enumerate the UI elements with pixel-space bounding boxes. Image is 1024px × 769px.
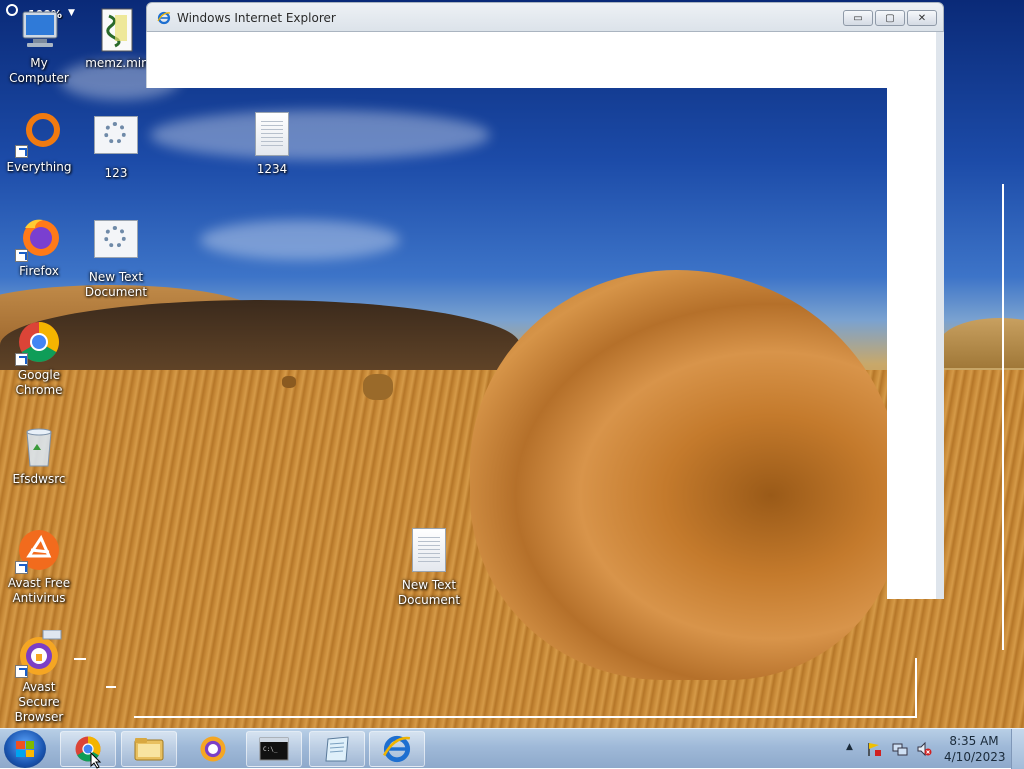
volume-muted-icon[interactable] bbox=[916, 741, 932, 760]
script-file-icon bbox=[93, 6, 141, 54]
ie-content-area[interactable] bbox=[146, 32, 936, 88]
desktop-icon-memz[interactable]: memz.min bbox=[79, 6, 155, 71]
show-desktop-button[interactable] bbox=[1011, 729, 1024, 769]
minimize-icon: ▭ bbox=[853, 12, 863, 24]
clock[interactable]: 8:35 AM 4/10/2023 bbox=[944, 733, 1006, 765]
desktop-icon-firefox[interactable]: Firefox bbox=[1, 214, 77, 279]
start-button[interactable] bbox=[4, 730, 46, 768]
ie-icon bbox=[383, 735, 411, 763]
network-icon[interactable] bbox=[892, 741, 908, 760]
desktop-icon-google-chrome[interactable]: Google Chrome bbox=[1, 318, 77, 398]
clock-date: 4/10/2023 bbox=[944, 750, 1006, 764]
shortcut-arrow-icon bbox=[15, 145, 28, 158]
taskbar-item-cmd[interactable]: C:\_ bbox=[246, 731, 302, 767]
window-controls: ▭ ▢ ✕ bbox=[843, 10, 937, 26]
desktop-icon-label: Firefox bbox=[19, 264, 59, 278]
ie-icon bbox=[157, 11, 171, 25]
mouse-cursor-icon bbox=[90, 752, 102, 769]
folder-icon bbox=[134, 738, 164, 761]
desktop-icon-recycle-bin[interactable]: Efsdwsrc bbox=[1, 422, 77, 487]
shortcut-arrow-icon bbox=[15, 561, 28, 574]
avast-browser-icon bbox=[200, 736, 226, 762]
taskbar[interactable]: C:\_ ▲ 8:35 AM 4/10/2023 bbox=[0, 728, 1024, 769]
shortcut-arrow-icon bbox=[15, 353, 28, 366]
artifact-line bbox=[915, 658, 917, 718]
avast-icon bbox=[15, 526, 63, 574]
taskbar-item-notepad[interactable] bbox=[309, 731, 365, 767]
desktop-icon-123[interactable]: 123 bbox=[78, 110, 154, 181]
settings-file-icon bbox=[92, 116, 140, 164]
desktop-icon-label: 123 bbox=[104, 166, 128, 180]
desktop-icon-label: New Text Document bbox=[84, 270, 148, 299]
maximize-icon: ▢ bbox=[885, 12, 895, 24]
desktop-icon-label: Avast Free Antivirus bbox=[7, 576, 71, 605]
desktop-icon-everything[interactable]: Everything bbox=[1, 110, 77, 175]
desktop-icon-label: memz.min bbox=[85, 56, 149, 70]
shortcut-arrow-icon bbox=[15, 249, 28, 262]
artifact-line bbox=[74, 658, 86, 660]
desktop-icon-label: Efsdwsrc bbox=[12, 472, 66, 486]
close-button[interactable]: ✕ bbox=[907, 10, 937, 26]
clock-time: 8:35 AM bbox=[949, 734, 999, 748]
taskbar-item-explorer[interactable] bbox=[121, 731, 177, 767]
svg-text:C:\_: C:\_ bbox=[263, 746, 278, 753]
windows-logo-icon bbox=[16, 741, 34, 757]
window-title: Windows Internet Explorer bbox=[177, 11, 336, 25]
firefox-icon bbox=[15, 214, 63, 262]
cmd-icon: C:\_ bbox=[259, 737, 289, 761]
minimize-button[interactable]: ▭ bbox=[843, 10, 873, 26]
hill bbox=[940, 318, 1024, 368]
taskbar-item-avast-browser[interactable] bbox=[185, 731, 241, 767]
artifact-line bbox=[106, 686, 116, 688]
ie-window-border bbox=[887, 32, 944, 599]
recycle-bin-icon bbox=[15, 422, 63, 470]
everything-icon bbox=[15, 110, 63, 158]
desktop-icon-label: Everything bbox=[6, 160, 72, 174]
desktop-icon-avast-secure-browser[interactable]: Avast Secure Browser bbox=[1, 629, 77, 725]
chrome-icon bbox=[15, 318, 63, 366]
taskbar-item-ie[interactable] bbox=[369, 731, 425, 767]
desktop-icon-label: My Computer bbox=[9, 56, 69, 85]
desktop-icon-label: Google Chrome bbox=[15, 368, 63, 397]
ie-titlebar[interactable]: Windows Internet Explorer ▭ ▢ ✕ bbox=[146, 2, 944, 32]
settings-file-icon bbox=[92, 220, 140, 268]
desktop-icon-label: Avast Secure Browser bbox=[14, 680, 64, 724]
desktop-icon-new-text-document[interactable]: New Text Document bbox=[78, 214, 154, 300]
notepad-icon bbox=[325, 736, 349, 762]
maximize-button[interactable]: ▢ bbox=[875, 10, 905, 26]
taskbar-item-chrome[interactable] bbox=[60, 731, 116, 767]
computer-icon bbox=[15, 6, 63, 54]
desktop-icon-my-computer[interactable]: My Computer bbox=[1, 6, 77, 86]
shortcut-arrow-icon bbox=[15, 665, 28, 678]
show-hidden-icons-button[interactable]: ▲ bbox=[846, 742, 853, 752]
action-center-icon[interactable] bbox=[866, 741, 882, 760]
avast-browser-icon bbox=[15, 629, 63, 678]
ie-window[interactable]: Windows Internet Explorer ▭ ▢ ✕ bbox=[146, 2, 944, 599]
close-icon: ✕ bbox=[917, 12, 927, 24]
artifact-line bbox=[134, 716, 917, 718]
artifact-line bbox=[1002, 184, 1004, 650]
desktop-icon-avast-free-antivirus[interactable]: Avast Free Antivirus bbox=[1, 526, 77, 606]
